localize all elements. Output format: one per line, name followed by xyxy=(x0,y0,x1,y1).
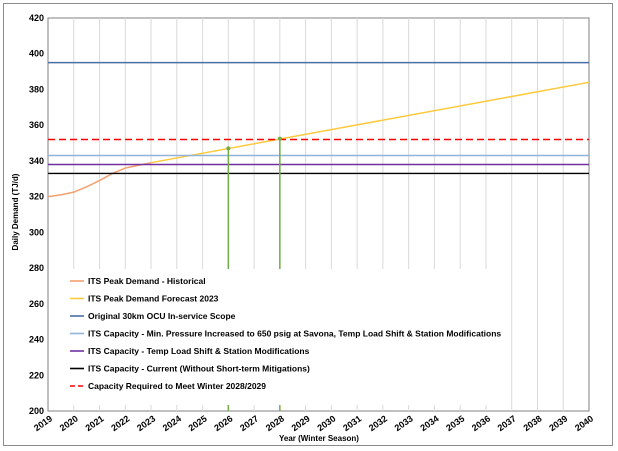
x-axis-label: Year (Winter Season) xyxy=(279,434,359,443)
y-tick-label: 300 xyxy=(29,227,44,237)
x-tick-label: 2039 xyxy=(547,413,569,433)
x-tick-labels: 2019 2020 2021 2022 2023 2024 2025 2026 2027 2028… xyxy=(32,413,595,433)
chart-frame: 200 220 240 260 280 300 320 340 360 380 400 420 201… xyxy=(3,3,613,446)
x-tick-label: 2033 xyxy=(393,413,415,433)
y-tick-label: 340 xyxy=(29,156,44,166)
x-tick-label: 2022 xyxy=(109,413,131,433)
y-tick-label: 420 xyxy=(29,13,44,23)
legend-label: ITS Peak Demand - Historical xyxy=(88,276,206,286)
x-tick-label: 2038 xyxy=(521,413,543,433)
legend-label: ITS Capacity - Min. Pressure Increased t… xyxy=(88,329,501,339)
x-tick-label: 2040 xyxy=(573,413,595,433)
x-tick-label: 2025 xyxy=(187,413,209,433)
x-tick-label: 2034 xyxy=(418,413,440,433)
y-tick-label: 360 xyxy=(29,120,44,130)
y-tick-label: 240 xyxy=(29,335,44,345)
legend-label: Original 30km OCU In-service Scope xyxy=(88,311,236,321)
x-tick-label: 2031 xyxy=(341,413,363,433)
x-tick-label: 2032 xyxy=(367,413,389,433)
x-tick-label: 2030 xyxy=(315,413,337,433)
y-tick-label: 380 xyxy=(29,84,44,94)
y-tick-label: 220 xyxy=(29,370,44,380)
y-tick-label: 200 xyxy=(29,406,44,416)
marker-point xyxy=(277,136,282,141)
x-tick-label: 2036 xyxy=(470,413,492,433)
x-tick-label: 2026 xyxy=(212,413,234,433)
legend-label: ITS Capacity - Current (Without Short-te… xyxy=(88,364,310,374)
x-tick-label: 2037 xyxy=(496,413,518,433)
x-tick-label: 2024 xyxy=(161,413,183,433)
x-tick-label: 2028 xyxy=(264,413,286,433)
x-tick-label: 2019 xyxy=(32,413,54,433)
y-tick-labels: 200 220 240 260 280 300 320 340 360 380 400 420 xyxy=(29,13,44,416)
x-tick-label: 2029 xyxy=(290,413,312,433)
x-tick-label: 2021 xyxy=(84,413,106,433)
legend-label: Capacity Required to Meet Winter 2028/20… xyxy=(88,381,266,391)
legend: ITS Peak Demand - Historical ITS Peak Dem… xyxy=(64,269,501,405)
x-tick-label: 2023 xyxy=(135,413,157,433)
legend-label: ITS Capacity - Temp Load Shift & Station… xyxy=(88,346,310,356)
y-tick-label: 280 xyxy=(29,263,44,273)
marker-point xyxy=(226,146,231,151)
y-tick-label: 400 xyxy=(29,49,44,59)
y-axis-label: Daily Demand (TJ/d) xyxy=(11,173,20,250)
x-tick-label: 2027 xyxy=(238,413,260,433)
y-tick-label: 260 xyxy=(29,299,44,309)
line-chart: 200 220 240 260 280 300 320 340 360 380 400 420 201… xyxy=(11,13,595,443)
legend-label: ITS Peak Demand Forecast 2023 xyxy=(88,294,219,304)
x-tick-label: 2020 xyxy=(58,413,80,433)
y-tick-label: 320 xyxy=(29,192,44,202)
x-tick-label: 2035 xyxy=(444,413,466,433)
